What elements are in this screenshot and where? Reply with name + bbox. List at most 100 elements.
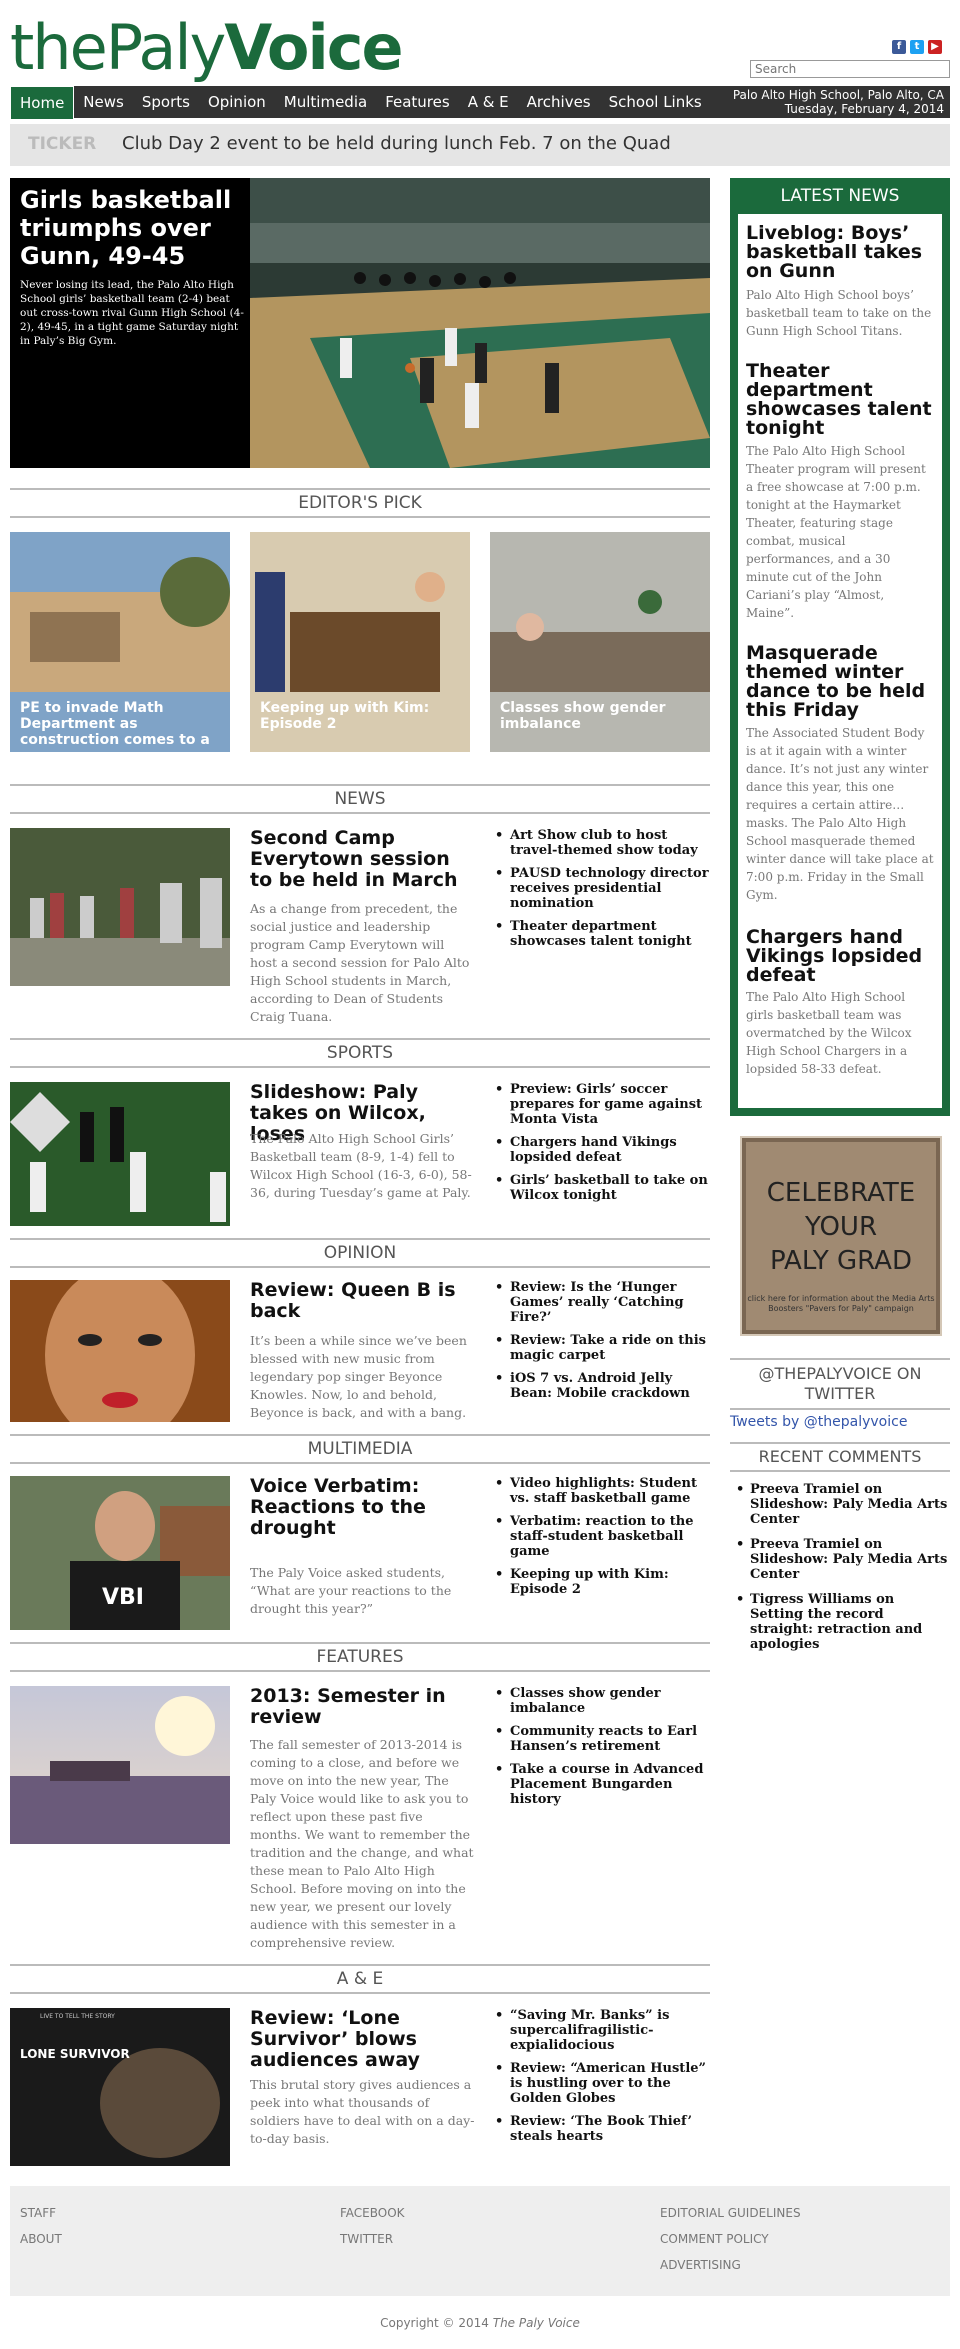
recent-comments-heading: RECENT COMMENTS bbox=[730, 1442, 950, 1472]
ad-line-3: PALY GRAD bbox=[770, 1246, 912, 1276]
ae-thumbnail[interactable]: LIVE TO TELL THE STORY LONE SURVIVOR bbox=[10, 2008, 230, 2166]
multimedia-title[interactable]: Voice Verbatim: Reactions to the drought bbox=[250, 1476, 475, 1539]
opinion-heading: OPINION bbox=[10, 1238, 710, 1268]
list-item[interactable]: Keeping up with Kim: Episode 2 bbox=[490, 1567, 710, 1597]
editors-pick-card[interactable]: Classes show gender imbalance bbox=[490, 532, 710, 752]
features-heading: FEATURES bbox=[10, 1642, 710, 1672]
nav-opinion[interactable]: Opinion bbox=[199, 86, 275, 118]
youtube-icon[interactable]: ▶ bbox=[928, 40, 942, 54]
nav-news[interactable]: News bbox=[74, 86, 133, 118]
twitter-icon[interactable]: t bbox=[910, 40, 924, 54]
sports-body: The Palo Alto High School Girls’ Basketb… bbox=[250, 1131, 472, 1200]
poster-tagline: LIVE TO TELL THE STORY bbox=[40, 2013, 115, 2020]
list-item[interactable]: Theater department showcases talent toni… bbox=[490, 919, 710, 949]
site-logo[interactable]: thePalyVoice bbox=[10, 8, 404, 88]
list-item[interactable]: Video highlights: Student vs. staff bask… bbox=[490, 1476, 710, 1506]
logo-voice: Voice bbox=[224, 11, 403, 84]
copyright: Copyright © 2014 The Paly Voice bbox=[0, 2316, 960, 2330]
latest-news-body: The Palo Alto High School girls basketba… bbox=[746, 990, 912, 1076]
multimedia-thumbnail[interactable]: VBI bbox=[10, 1476, 230, 1630]
footer-link-staff[interactable]: STAFF bbox=[20, 2206, 56, 2220]
list-item[interactable]: PAUSD technology director receives presi… bbox=[490, 866, 710, 911]
editors-pick-caption[interactable]: Keeping up with Kim: Episode 2 bbox=[260, 700, 460, 732]
nav-school-links[interactable]: School Links bbox=[600, 86, 711, 118]
list-item[interactable]: Community reacts to Earl Hansen’s retire… bbox=[490, 1724, 710, 1754]
logo-paly: Paly bbox=[105, 11, 227, 84]
news-title[interactable]: Second Camp Everytown session to be held… bbox=[250, 828, 475, 891]
nav-sports[interactable]: Sports bbox=[133, 86, 199, 118]
news-body: As a change from precedent, the social j… bbox=[250, 901, 470, 1024]
ae-heading: A & E bbox=[10, 1964, 710, 1994]
multimedia-body: The Paly Voice asked students, “What are… bbox=[250, 1565, 452, 1616]
list-item[interactable]: Chargers hand Vikings lopsided defeat bbox=[490, 1135, 710, 1165]
footer-link-advertising[interactable]: ADVERTISING bbox=[660, 2258, 741, 2272]
nav-home[interactable]: Home bbox=[10, 86, 75, 120]
features-thumbnail[interactable] bbox=[10, 1686, 230, 1844]
latest-news-title[interactable]: Theater department showcases talent toni… bbox=[746, 362, 936, 438]
list-item[interactable]: Review: “American Hustle” is hustling ov… bbox=[490, 2061, 710, 2106]
list-item[interactable]: Review: ‘The Book Thief’ steals hearts bbox=[490, 2114, 710, 2144]
features-body: The fall semester of 2013-2014 is coming… bbox=[250, 1737, 474, 1950]
search-input[interactable] bbox=[750, 60, 950, 78]
location-date: Palo Alto High School, Palo Alto, CA Tue… bbox=[733, 88, 944, 116]
hero-story[interactable]: Girls basketball triumphs over Gunn, 49-… bbox=[10, 178, 710, 468]
list-item[interactable]: Art Show club to host travel-themed show… bbox=[490, 828, 710, 858]
latest-news-title[interactable]: Masquerade themed winter dance to be hel… bbox=[746, 644, 936, 720]
opinion-links: Review: Is the ‘Hunger Games’ really ‘Ca… bbox=[490, 1280, 710, 1409]
opinion-thumbnail[interactable] bbox=[10, 1280, 230, 1422]
sports-thumbnail[interactable] bbox=[10, 1082, 230, 1226]
footer-link-comment-policy[interactable]: COMMENT POLICY bbox=[660, 2232, 769, 2246]
list-item[interactable]: Verbatim: reaction to the staff-student … bbox=[490, 1514, 710, 1559]
latest-news-title[interactable]: Chargers hand Vikings lopsided defeat bbox=[746, 928, 936, 985]
editors-pick-card[interactable]: PE to invade Math Department as construc… bbox=[10, 532, 230, 752]
twitter-heading: @THEPALYVOICE ON TWITTER bbox=[730, 1358, 950, 1410]
social-links: f t ▶ bbox=[892, 40, 942, 54]
list-item[interactable]: Preeva Tramiel on Slideshow: Paly Media … bbox=[730, 1537, 950, 1582]
list-item[interactable]: Review: Is the ‘Hunger Games’ really ‘Ca… bbox=[490, 1280, 710, 1325]
list-item[interactable]: “Saving Mr. Banks” is supercalifragilist… bbox=[490, 2008, 710, 2053]
sports-heading: SPORTS bbox=[10, 1038, 710, 1068]
list-item[interactable]: Girls’ basketball to take on Wilcox toni… bbox=[490, 1173, 710, 1203]
ae-title[interactable]: Review: ‘Lone Survivor’ blows audiences … bbox=[250, 2008, 475, 2071]
nav-multimedia[interactable]: Multimedia bbox=[275, 86, 376, 118]
features-title[interactable]: 2013: Semester in review bbox=[250, 1686, 475, 1728]
ad-headline: CELEBRATE YOUR PALY GRAD bbox=[746, 1176, 936, 1278]
footer-link-editorial-guidelines[interactable]: EDITORIAL GUIDELINES bbox=[660, 2206, 801, 2220]
hero-image[interactable] bbox=[250, 178, 710, 468]
opinion-body: It’s been a while since we’ve been bless… bbox=[250, 1333, 467, 1420]
list-item[interactable]: Take a course in Advanced Placement Bung… bbox=[490, 1762, 710, 1807]
poster-title: LONE SURVIVOR bbox=[20, 2047, 130, 2061]
list-item[interactable]: Classes show gender imbalance bbox=[490, 1686, 710, 1716]
ad-line-2: YOUR bbox=[804, 1212, 878, 1242]
opinion-title[interactable]: Review: Queen B is back bbox=[250, 1280, 475, 1322]
hero-title[interactable]: Girls basketball triumphs over Gunn, 49-… bbox=[20, 186, 240, 270]
recent-comments-list: Preeva Tramiel on Slideshow: Paly Media … bbox=[730, 1482, 950, 1662]
ticker: TICKER Club Day 2 event to be held durin… bbox=[10, 124, 950, 166]
list-item[interactable]: Preview: Girls’ soccer prepares for game… bbox=[490, 1082, 710, 1127]
editors-pick-caption[interactable]: PE to invade Math Department as construc… bbox=[20, 700, 220, 748]
twitter-link[interactable]: Tweets by @thepalyvoice bbox=[730, 1414, 907, 1430]
news-links: Art Show club to host travel-themed show… bbox=[490, 828, 710, 957]
list-item[interactable]: iOS 7 vs. Android Jelly Bean: Mobile cra… bbox=[490, 1371, 710, 1401]
location-text: Palo Alto High School, Palo Alto, CA bbox=[732, 88, 944, 102]
footer-link-facebook[interactable]: FACEBOOK bbox=[340, 2206, 405, 2220]
ticker-text[interactable]: Club Day 2 event to be held during lunch… bbox=[122, 133, 671, 154]
footer-link-about[interactable]: ABOUT bbox=[20, 2232, 62, 2246]
date-text: Tuesday, February 4, 2014 bbox=[784, 102, 944, 116]
list-item[interactable]: Tigress Williams on Setting the record s… bbox=[730, 1592, 950, 1652]
footer-link-twitter[interactable]: TWITTER bbox=[340, 2232, 393, 2246]
logo-the: the bbox=[10, 11, 108, 84]
nav-archives[interactable]: Archives bbox=[518, 86, 600, 118]
list-item[interactable]: Review: Take a ride on this magic carpet bbox=[490, 1333, 710, 1363]
facebook-icon[interactable]: f bbox=[892, 40, 906, 54]
latest-news-title[interactable]: Liveblog: Boys’ basketball takes on Gunn bbox=[746, 224, 936, 281]
ad-small-text: click here for information about the Med… bbox=[747, 1294, 935, 1313]
editors-pick-caption[interactable]: Classes show gender imbalance bbox=[500, 700, 700, 732]
celebrate-grad-ad[interactable]: CELEBRATE YOUR PALY GRAD click here for … bbox=[742, 1138, 940, 1334]
editors-pick-card[interactable]: Keeping up with Kim: Episode 2 bbox=[250, 532, 470, 752]
list-item[interactable]: Preeva Tramiel on Slideshow: Paly Media … bbox=[730, 1482, 950, 1527]
main-nav: Home News Sports Opinion Multimedia Feat… bbox=[10, 86, 950, 120]
news-thumbnail[interactable] bbox=[10, 828, 230, 986]
nav-ae[interactable]: A & E bbox=[459, 86, 518, 118]
nav-features[interactable]: Features bbox=[376, 86, 459, 118]
